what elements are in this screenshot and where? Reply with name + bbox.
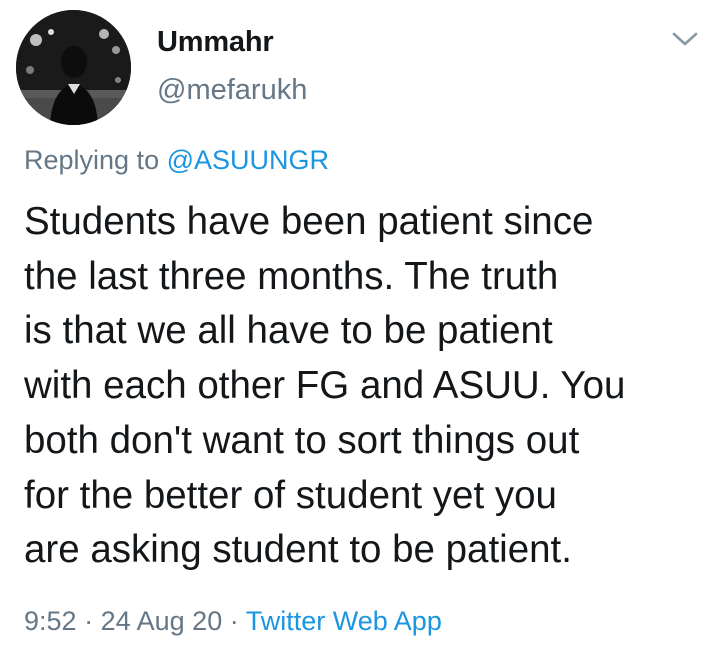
- tweet-text-line: both don't want to sort things out: [24, 418, 580, 462]
- tweet-text-line: are asking student to be patient.: [24, 528, 572, 572]
- tweet-text-line: with each other FG and ASUU. You: [24, 364, 626, 408]
- tweet-text-line: Students have been patient since: [24, 200, 594, 243]
- reply-prefix: Replying to: [24, 145, 160, 175]
- tweet-text-line: for the better of student yet you: [24, 473, 557, 517]
- tweet-text-line: the last three months. The truth: [24, 254, 559, 298]
- reply-context: Replying to @ASUUNGR: [24, 145, 329, 176]
- handle[interactable]: @mefarukh: [157, 74, 307, 107]
- reply-mention-link[interactable]: @ASUUNGR: [167, 145, 329, 175]
- tweet-text-line: is that we all have to be patient: [24, 309, 553, 353]
- meta-separator: ·: [84, 606, 94, 636]
- tweet-text: Students have been patient since the las…: [24, 195, 704, 578]
- chevron-down-icon[interactable]: [668, 26, 702, 52]
- tweet-date[interactable]: 24 Aug 20: [101, 606, 223, 636]
- avatar[interactable]: [16, 10, 131, 125]
- tweet-source-link[interactable]: Twitter Web App: [246, 606, 442, 636]
- tweet-time[interactable]: 9:52: [24, 606, 77, 636]
- meta-separator: ·: [229, 606, 239, 636]
- tweet-metadata: 9:52 · 24 Aug 20 · Twitter Web App: [24, 606, 442, 637]
- avatar-image: [16, 10, 131, 125]
- display-name[interactable]: Ummahr: [157, 26, 274, 59]
